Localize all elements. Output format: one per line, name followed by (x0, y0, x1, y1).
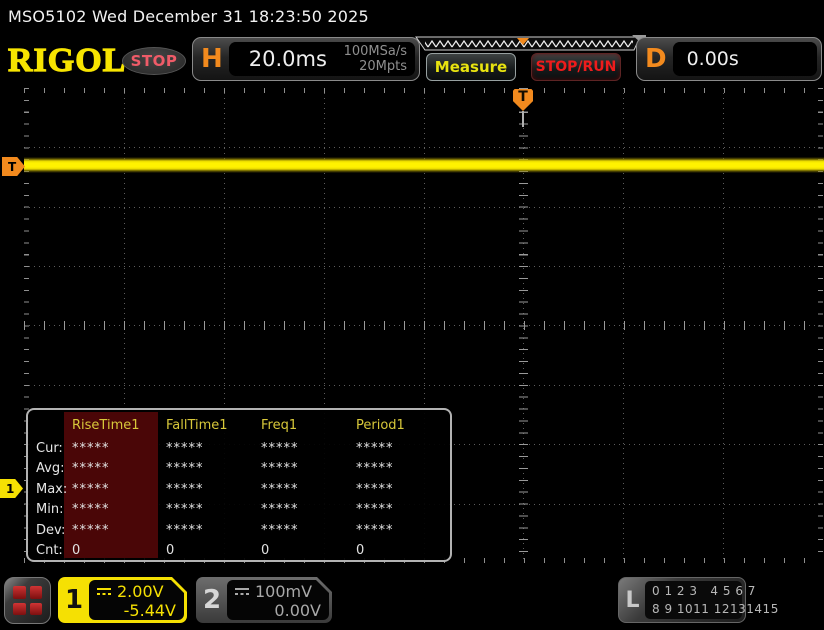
table-cell: ***** (261, 522, 299, 538)
center-horizontal-ruler (24, 321, 823, 330)
table-cell: ***** (166, 461, 204, 477)
column-header-falltime[interactable]: FallTime1 (162, 412, 257, 438)
table-cell: ***** (166, 481, 204, 497)
column-header-freq[interactable]: Freq1 (257, 412, 352, 438)
table-cell: ***** (166, 440, 204, 456)
ch1-waveform-trace (24, 157, 824, 173)
table-cell: ***** (356, 461, 394, 477)
memory-waveform-zigzag (425, 38, 633, 50)
ch1-ground-label: 1 (6, 481, 15, 496)
row-label: Max: (36, 481, 68, 497)
table-cell: ***** (356, 502, 394, 518)
stop-run-button-label: STOP/RUN (535, 59, 617, 75)
table-cell: ***** (261, 481, 299, 497)
row-label: Cur: (36, 440, 63, 456)
channel1-offset: -5.44V (123, 601, 176, 620)
horizontal-h-icon: H (201, 44, 223, 74)
measure-button-label: Measure (434, 58, 508, 76)
rigol-logo: RIGOL (7, 41, 127, 79)
table-cell: 0 (261, 543, 271, 559)
logic-channel-numbers: 0 1 2 3 4 5 6 7 8 9 1011 12131415 (645, 581, 779, 619)
table-cell: ***** (72, 481, 110, 497)
channel1-scale: 2.00V (117, 582, 164, 601)
logic-line2: 8 9 1011 12131415 (652, 602, 779, 616)
table-cell: ***** (166, 522, 204, 538)
table-corner (32, 412, 68, 438)
table-cell: 0 (166, 543, 176, 559)
row-label: Cnt: (36, 543, 63, 559)
channel2-number: 2 (202, 585, 222, 615)
memory-depth: 20Mpts (359, 59, 407, 74)
row-label: Dev: (36, 522, 66, 538)
channel2-scale: 100mV (255, 582, 313, 601)
table-cell: ***** (356, 481, 394, 497)
dc-coupling-icon (234, 587, 250, 596)
table-cell: ***** (261, 461, 299, 477)
table-cell: 0 (72, 543, 82, 559)
dc-coupling-icon (96, 587, 112, 596)
channel2-status-block[interactable]: 2 100mV 0.00V (196, 577, 332, 623)
table-cell: ***** (72, 461, 110, 477)
waveform-memory-bar[interactable] (412, 36, 644, 52)
table-cell: ***** (72, 502, 110, 518)
horizontal-timebase-panel[interactable]: H 20.0ms 100MSa/s 20Mpts (192, 37, 420, 81)
measurement-table[interactable]: RiseTime1 FallTime1 Freq1 Period1 Cur: *… (26, 408, 452, 562)
stop-run-button[interactable]: STOP/RUN (531, 53, 621, 81)
trigger-position-label: T (518, 89, 528, 105)
logic-channels-block[interactable]: L 0 1 2 3 4 5 6 7 8 9 1011 12131415 (618, 577, 779, 623)
table-cell: ***** (261, 502, 299, 518)
oscilloscope-screen: MSO5102 Wed December 31 18:23:50 2025 RI… (0, 0, 824, 630)
timebase-value: 20.0ms (248, 47, 327, 71)
delay-value: 0.00s (686, 48, 739, 70)
menu-grid-squares (13, 586, 42, 615)
menu-grid-icon[interactable] (4, 577, 51, 624)
run-status-badge: STOP (122, 47, 186, 75)
table-cell: ***** (72, 440, 110, 456)
table-cell: ***** (261, 440, 299, 456)
ch1-ground-marker[interactable]: 1 (0, 479, 23, 498)
logic-line1: 0 1 2 3 4 5 6 7 (652, 584, 756, 598)
channel1-number: 1 (64, 585, 84, 615)
model-and-datetime: MSO5102 Wed December 31 18:23:50 2025 (8, 7, 369, 26)
measure-button[interactable]: Measure (426, 53, 516, 81)
column-header-risetime[interactable]: RiseTime1 (68, 412, 162, 438)
table-cell: ***** (166, 502, 204, 518)
table-cell: ***** (356, 440, 394, 456)
sample-rate: 100MSa/s (343, 44, 407, 59)
channel2-offset: 0.00V (274, 601, 321, 620)
trigger-position-stem (522, 111, 524, 127)
channel1-status-block[interactable]: 1 2.00V -5.44V (58, 577, 187, 623)
row-label: Min: (36, 502, 64, 518)
trigger-level-marker[interactable]: T (2, 157, 25, 176)
table-cell: 0 (356, 543, 366, 559)
trigger-level-label: T (8, 159, 17, 174)
table-cell: ***** (72, 522, 110, 538)
trigger-delay-panel[interactable]: D 0.00s (636, 37, 822, 81)
graticule-top-ticks (24, 88, 823, 93)
logic-l-label: L (625, 587, 640, 613)
row-label: Avg: (36, 461, 65, 477)
column-header-period[interactable]: Period1 (352, 412, 446, 438)
delay-d-icon: D (645, 44, 667, 74)
table-cell: ***** (356, 522, 394, 538)
acquisition-info: 100MSa/s 20Mpts (344, 44, 415, 74)
